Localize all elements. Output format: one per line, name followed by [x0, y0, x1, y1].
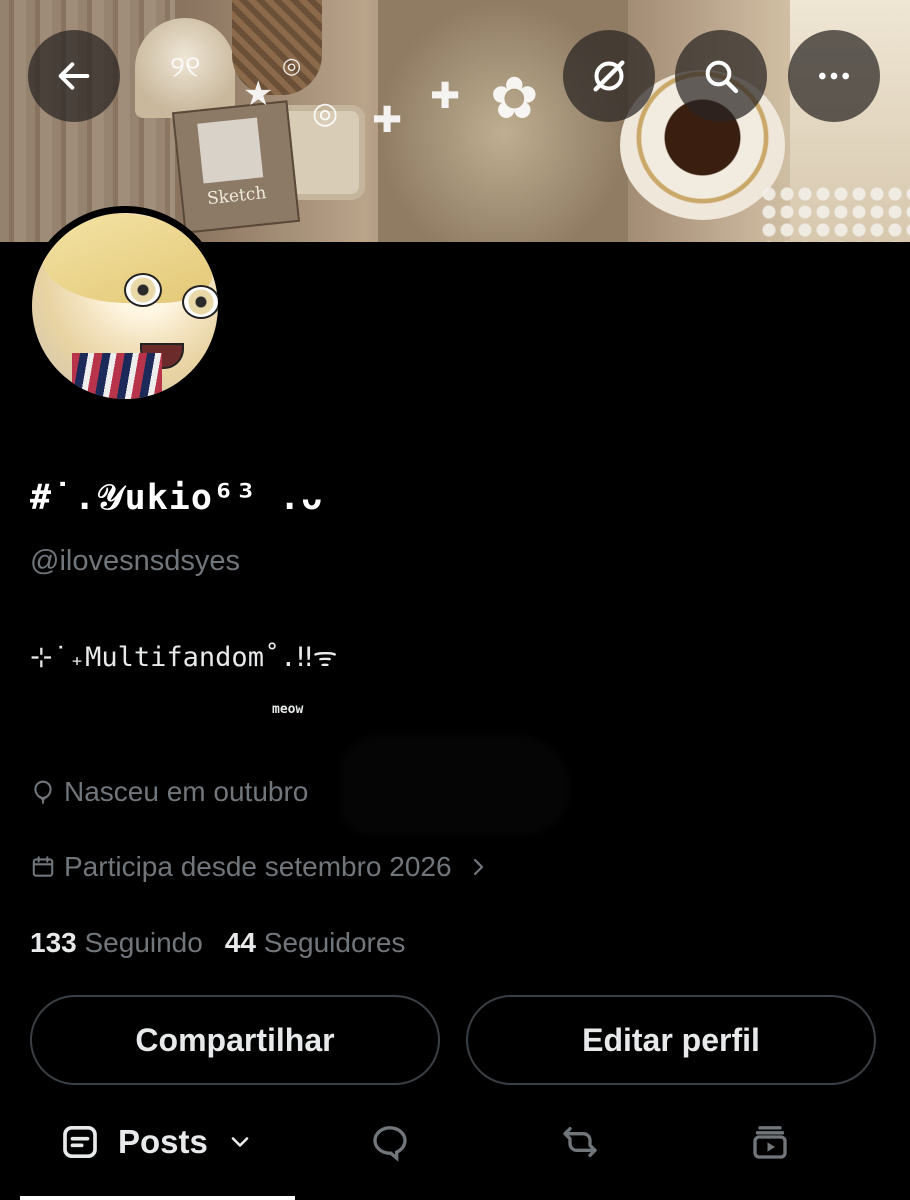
ring-sticker-icon: ◎ — [312, 96, 339, 131]
more-horizontal-icon — [819, 72, 849, 80]
avatar-image — [32, 213, 218, 399]
birthday-text: Nasceu em outubro — [64, 776, 309, 807]
join-date[interactable]: Participa desde setembro 2026 — [30, 851, 490, 883]
search-button[interactable] — [675, 30, 767, 122]
tab-posts-label: Posts — [118, 1123, 208, 1160]
join-date-text: Participa desde setembro 2026 — [64, 851, 452, 882]
bio-line-2: meow — [272, 702, 304, 717]
more-button[interactable] — [788, 30, 880, 122]
followers-link[interactable]: 44 Seguidores — [225, 927, 406, 959]
grok-button[interactable] — [563, 30, 655, 122]
tab-media[interactable] — [750, 1122, 790, 1162]
followers-label: Seguidores — [263, 927, 406, 958]
reply-icon — [373, 1126, 407, 1162]
following-label: Seguindo — [84, 927, 203, 958]
plus-sticker-icon: ✚ — [372, 100, 403, 141]
posts-icon — [63, 1126, 97, 1158]
redaction-scribble — [340, 735, 570, 835]
user-handle: @ilovesnsdsyes — [30, 545, 240, 577]
video-icon — [753, 1126, 787, 1159]
repost-icon — [563, 1127, 597, 1157]
chevron-right-icon — [473, 858, 483, 876]
birthday-info: Nasceu em outubro — [30, 776, 308, 808]
chevron-down-icon — [231, 1137, 249, 1147]
back-button[interactable] — [28, 30, 120, 122]
share-button[interactable]: Compartilhar — [30, 995, 440, 1085]
star-sticker-icon: ★ — [243, 74, 274, 114]
banner-pearls — [760, 185, 910, 242]
flower-sticker-icon: ✿ — [490, 64, 539, 132]
plus-sticker-icon: ✚ — [430, 76, 461, 117]
calendar-icon — [32, 856, 54, 877]
profile-tab-bar: Posts — [0, 1110, 910, 1200]
following-link[interactable]: 133 Seguindo — [30, 927, 203, 959]
ring-sticker-icon: ◎ — [282, 54, 302, 79]
avatar[interactable] — [25, 206, 225, 406]
search-icon — [705, 60, 739, 94]
follow-stats: 133 Seguindo 44 Seguidores — [30, 927, 405, 959]
bio-line-1: ⊹˙₊Multifandom˚.‼︎ᯤ — [30, 642, 338, 673]
arrow-left-icon — [58, 62, 90, 90]
tab-posts[interactable]: Posts — [60, 1122, 254, 1162]
following-count: 133 — [30, 927, 77, 958]
sketchbook-label: Sketch — [206, 183, 268, 210]
display-name: #˙.𝒴ukio⁶³ .ᴗ — [30, 478, 324, 518]
home-indicator — [20, 1196, 295, 1200]
tab-reposts[interactable] — [560, 1122, 600, 1162]
banner-sketchbook: Sketch — [171, 100, 301, 234]
followers-count: 44 — [224, 927, 256, 958]
grok-icon — [593, 60, 625, 92]
balloon-icon — [34, 780, 52, 804]
bow-sticker-icon: ୨୧ — [170, 50, 201, 85]
edit-profile-button[interactable]: Editar perfil — [466, 995, 876, 1085]
tab-replies[interactable] — [370, 1122, 410, 1162]
